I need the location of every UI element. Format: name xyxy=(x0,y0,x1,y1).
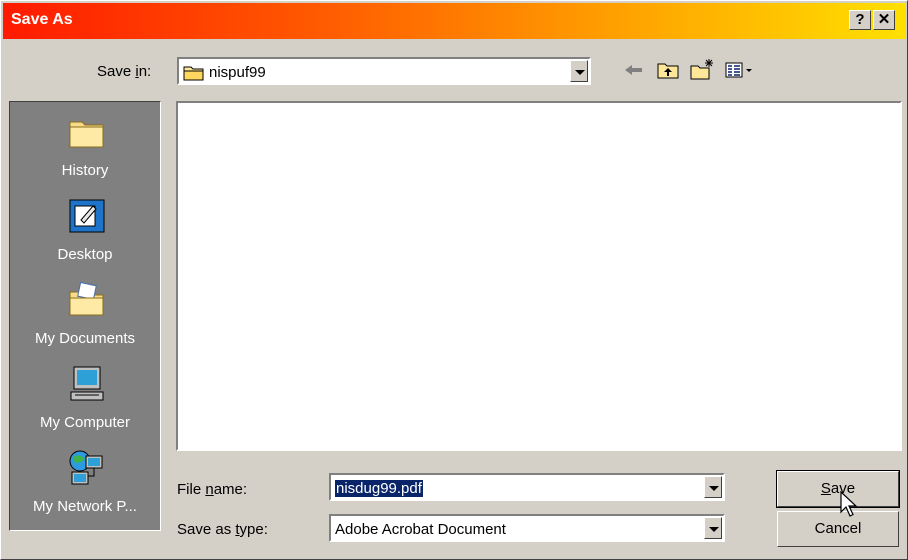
history-folder-icon xyxy=(67,112,107,152)
my-documents-icon xyxy=(67,280,107,320)
save-in-label: Save in: xyxy=(97,63,152,80)
save-as-type-label: Save as type: xyxy=(177,521,268,538)
save-as-dialog: Save As ? ✕ Save in: nispuf99 History De… xyxy=(0,0,908,560)
place-my-documents[interactable]: My Documents xyxy=(10,274,160,358)
up-one-level-icon[interactable] xyxy=(655,57,681,83)
save-in-dropdown[interactable]: nispuf99 xyxy=(177,57,591,85)
window-title: Save As xyxy=(11,11,73,28)
place-my-computer[interactable]: My Computer xyxy=(10,358,160,442)
desktop-icon xyxy=(67,196,107,236)
save-as-type-value: Adobe Acrobat Document xyxy=(335,521,506,538)
place-desktop[interactable]: Desktop xyxy=(10,190,160,274)
cancel-button[interactable]: Cancel xyxy=(777,511,899,547)
file-list[interactable] xyxy=(176,101,902,451)
back-icon[interactable] xyxy=(621,57,647,83)
view-menu-icon[interactable] xyxy=(723,57,757,83)
my-network-places-icon xyxy=(67,448,107,488)
places-bar: History Desktop My Documents My Computer… xyxy=(9,101,161,531)
save-button[interactable]: Save xyxy=(776,470,900,508)
help-button[interactable]: ? xyxy=(849,10,871,30)
create-new-folder-icon[interactable] xyxy=(689,57,715,83)
place-history[interactable]: History xyxy=(10,106,160,190)
close-button[interactable]: ✕ xyxy=(873,10,895,30)
mouse-cursor-icon xyxy=(839,490,863,519)
my-computer-icon xyxy=(67,364,107,404)
place-my-network-places[interactable]: My Network P... xyxy=(10,442,160,526)
folder-icon xyxy=(183,63,205,85)
file-name-dropdown-arrow[interactable] xyxy=(704,476,722,498)
file-name-label: File name: xyxy=(177,481,248,498)
save-in-value: nispuf99 xyxy=(209,64,266,81)
file-name-input[interactable]: nisdug99.pdf xyxy=(329,473,725,501)
save-as-type-dropdown-arrow[interactable] xyxy=(704,517,722,539)
save-in-dropdown-arrow[interactable] xyxy=(570,60,588,82)
file-name-value: nisdug99.pdf xyxy=(335,480,423,497)
save-as-type-dropdown[interactable]: Adobe Acrobat Document xyxy=(329,514,725,542)
title-bar[interactable]: Save As ? ✕ xyxy=(3,3,905,39)
